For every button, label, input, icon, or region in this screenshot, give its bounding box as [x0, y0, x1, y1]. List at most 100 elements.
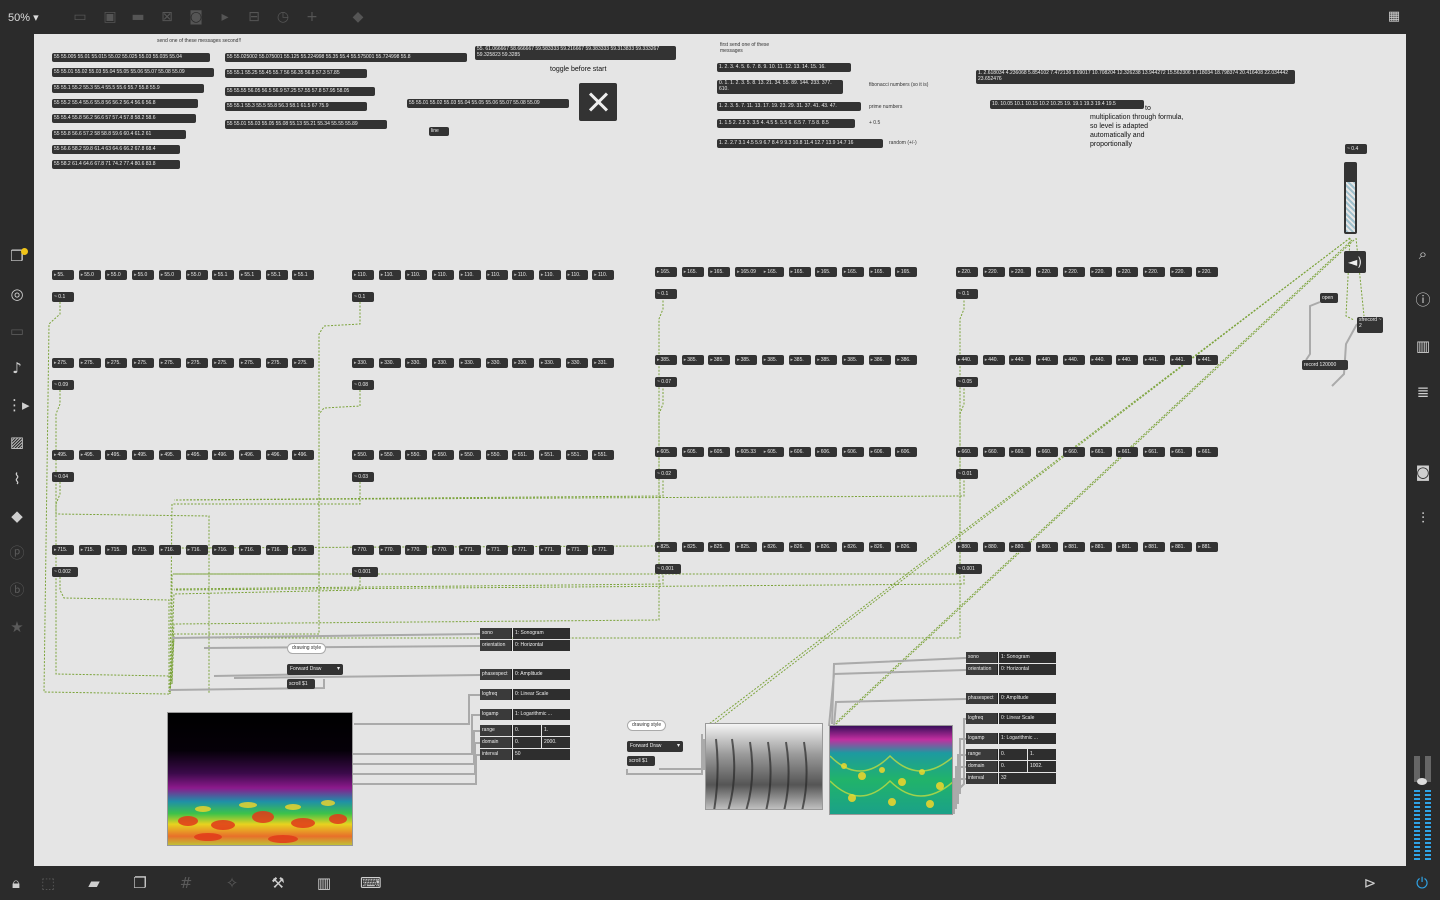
- param-value[interactable]: 1.: [1028, 749, 1056, 760]
- frequency-number[interactable]: 881.: [1142, 542, 1165, 552]
- frequency-number[interactable]: 880.: [982, 542, 1005, 552]
- frequency-number[interactable]: 330.: [378, 358, 401, 368]
- frequency-number[interactable]: 55.1: [212, 270, 235, 280]
- frequency-number[interactable]: 770.: [432, 545, 455, 555]
- toggle-button[interactable]: [579, 83, 617, 121]
- frequency-number[interactable]: 716.: [158, 545, 181, 555]
- frequency-number[interactable]: 441.: [1169, 355, 1192, 365]
- sono-param[interactable]: sono 1: Sonogram: [966, 652, 1056, 663]
- domain-param[interactable]: domain 0. 1002.: [966, 761, 1056, 772]
- frequency-number[interactable]: 716.: [238, 545, 261, 555]
- frequency-number[interactable]: 165.: [868, 267, 891, 277]
- frequency-number[interactable]: 110.: [485, 270, 508, 280]
- param-value[interactable]: 0: Amplitude: [513, 669, 570, 680]
- frequency-number[interactable]: 165.: [681, 267, 704, 277]
- phasespect-param[interactable]: phasespect 0: Amplitude: [966, 693, 1056, 704]
- message-box[interactable]: 10. 10.05 10.1 10.15 10.2 10.25 19. 19.1…: [990, 100, 1144, 109]
- paint-bucket-icon[interactable]: ◆: [350, 9, 366, 25]
- message-box[interactable]: 55 58.2 61.4 64.6 67.8 71 74.2 77.4 80.6…: [52, 160, 180, 170]
- book-icon[interactable]: ▥: [1413, 336, 1433, 356]
- open-message[interactable]: open: [1320, 293, 1338, 303]
- frequency-number[interactable]: 165.: [788, 267, 811, 277]
- frequency-number[interactable]: 605.: [681, 447, 704, 457]
- frequency-number[interactable]: 110.: [352, 270, 374, 280]
- gain-object[interactable]: ~ 0.04: [52, 472, 74, 482]
- frequency-number[interactable]: 330.: [405, 358, 428, 368]
- gain-object[interactable]: ~ 0.002: [52, 567, 78, 577]
- frequency-number[interactable]: 716.: [212, 545, 235, 555]
- frequency-number[interactable]: 165.: [815, 267, 838, 277]
- frequency-number[interactable]: 385.: [815, 355, 838, 365]
- frequency-number[interactable]: 715.: [52, 545, 74, 555]
- frequency-number[interactable]: 661.: [1169, 447, 1192, 457]
- frequency-number[interactable]: 551.: [538, 450, 561, 460]
- frequency-number[interactable]: 550.: [485, 450, 508, 460]
- logfreq-param[interactable]: logfreq 0: Linear Scale: [480, 689, 570, 700]
- frequency-number[interactable]: 495.: [158, 450, 181, 460]
- frequency-number[interactable]: 275.: [265, 358, 288, 368]
- gain-object[interactable]: ~ 0.001: [655, 564, 681, 574]
- gain-object[interactable]: ~ 0.001: [956, 564, 982, 574]
- frequency-number[interactable]: 110.: [592, 270, 615, 280]
- message-box[interactable]: 55. 61.066667 58.666667 59.583333 59.216…: [475, 46, 676, 60]
- frequency-number[interactable]: 496.: [292, 450, 315, 460]
- param-value[interactable]: 1.: [542, 725, 570, 736]
- windows-icon[interactable]: ❐: [130, 873, 150, 893]
- new-toggle-icon[interactable]: ⊠: [159, 9, 175, 25]
- sfrecord-object[interactable]: sfrecord ~ 2: [1357, 317, 1383, 333]
- frequency-number[interactable]: 550.: [352, 450, 374, 460]
- frequency-number[interactable]: 771.: [565, 545, 588, 555]
- frequency-number[interactable]: 770.: [352, 545, 374, 555]
- frequency-number[interactable]: 606.: [868, 447, 891, 457]
- frequency-number[interactable]: 660.: [982, 447, 1005, 457]
- frequency-number[interactable]: 275.: [185, 358, 208, 368]
- scroll-message[interactable]: scroll $1: [627, 756, 655, 766]
- frequency-number[interactable]: 165.: [708, 267, 731, 277]
- scroll-message[interactable]: scroll $1: [287, 679, 315, 689]
- frequency-number[interactable]: 330.: [538, 358, 561, 368]
- zoom-menu[interactable]: 50% ▾: [8, 11, 39, 24]
- frequency-number[interactable]: 275.: [105, 358, 128, 368]
- gain-object[interactable]: ~ 0.02: [655, 469, 677, 479]
- param-value[interactable]: 1: Sonogram: [999, 652, 1056, 663]
- gain-object[interactable]: ~ 0.01: [956, 469, 978, 479]
- frequency-number[interactable]: 716.: [265, 545, 288, 555]
- frequency-number[interactable]: 606.: [841, 447, 864, 457]
- frequency-number[interactable]: 605.: [761, 447, 784, 457]
- frequency-number[interactable]: 386.: [895, 355, 918, 365]
- frequency-number[interactable]: 440.: [982, 355, 1005, 365]
- frequency-number[interactable]: 275.: [158, 358, 181, 368]
- frequency-number[interactable]: 825.: [655, 542, 677, 552]
- gain-object[interactable]: ~ 0.1: [352, 292, 374, 302]
- frequency-number[interactable]: 385.: [655, 355, 677, 365]
- logamp-param[interactable]: logamp 1: Logarithmic ...: [480, 709, 570, 720]
- frequency-number[interactable]: 220.: [1116, 267, 1139, 277]
- gain-object[interactable]: ~ 0.09: [52, 380, 74, 390]
- frequency-number[interactable]: 440.: [1089, 355, 1112, 365]
- param-value[interactable]: 0: Horizontal: [999, 664, 1056, 675]
- frequency-number[interactable]: 55.1: [238, 270, 261, 280]
- comment-icon[interactable]: ▰: [84, 873, 104, 893]
- frequency-number[interactable]: 275.: [78, 358, 101, 368]
- frequency-number[interactable]: 771.: [592, 545, 615, 555]
- frequency-number[interactable]: 385.: [841, 355, 864, 365]
- param-value[interactable]: 1: Sonogram: [513, 628, 570, 639]
- wand-icon[interactable]: ✧: [222, 873, 242, 893]
- frequency-number[interactable]: 275.: [52, 358, 74, 368]
- frequency-number[interactable]: 220.: [1169, 267, 1192, 277]
- interval-param[interactable]: interval 32: [966, 773, 1056, 784]
- frequency-number[interactable]: 825.: [735, 542, 758, 552]
- frequency-number[interactable]: 55.: [52, 270, 74, 280]
- power-icon[interactable]: ⏻: [1412, 873, 1432, 893]
- orientation-param[interactable]: orientation 0: Horizontal: [966, 664, 1056, 675]
- frequency-number[interactable]: 275.: [292, 358, 315, 368]
- frequency-number[interactable]: 275.: [238, 358, 261, 368]
- frequency-number[interactable]: 716.: [292, 545, 315, 555]
- logamp-param[interactable]: logamp 1: Logarithmic ...: [966, 733, 1056, 744]
- frequency-number[interactable]: 661.: [1196, 447, 1219, 457]
- paperclip-icon[interactable]: ⌇: [7, 469, 27, 489]
- frequency-number[interactable]: 715.: [105, 545, 128, 555]
- frequency-number[interactable]: 880.: [956, 542, 978, 552]
- frequency-number[interactable]: 716.: [185, 545, 208, 555]
- param-value[interactable]: 0.: [999, 749, 1027, 760]
